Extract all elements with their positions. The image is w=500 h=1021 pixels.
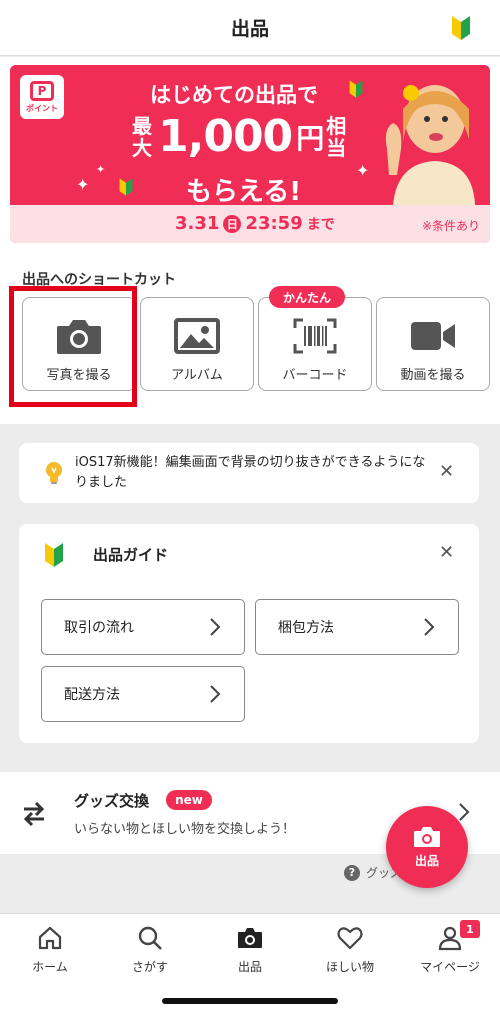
guide-title: 出品ガイド <box>93 546 169 564</box>
sparkle-icon: ✦ <box>96 163 106 176</box>
header: 出品 <box>0 0 500 56</box>
lightbulb-icon <box>46 462 62 484</box>
paypay-point-logo: P ポイント <box>20 75 64 119</box>
goods-exchange-title: グッズ交換 <box>74 792 150 810</box>
chevron-right-icon <box>210 685 221 703</box>
camera-icon <box>414 826 440 847</box>
notification-badge: 1 <box>460 920 480 938</box>
easy-badge: かんたん <box>269 286 345 308</box>
model-photo <box>385 85 475 205</box>
new-badge: new <box>166 790 212 810</box>
nav-list[interactable]: 出品 <box>200 924 300 988</box>
highlight-frame <box>9 286 137 407</box>
goods-exchange-subtitle: いらない物とほしい物を交換しよう！ <box>74 822 296 837</box>
beginner-mark-icon <box>119 178 133 196</box>
campaign-deadline: 3.31 日 23:59 まで <box>175 213 335 234</box>
nav-home[interactable]: ホーム <box>0 924 100 988</box>
banner-amount: 1,000 <box>158 111 293 162</box>
close-icon[interactable]: ✕ <box>439 461 454 482</box>
beginner-mark-icon <box>349 80 363 98</box>
image-icon <box>174 318 220 354</box>
home-indicator <box>162 998 338 1004</box>
banner-main: P ポイント ✦ ✦ ✦ はじめての出品で 最大 1,000 円 相当 もらえる… <box>10 65 490 207</box>
nav-search[interactable]: さがす <box>100 924 200 988</box>
listing-guide-card: 出品ガイド ✕ 取引の流れ 梱包方法 配送方法 <box>19 524 479 743</box>
banner-amount-line: 最大 1,000 円 相当 <box>132 111 347 162</box>
banner-period-bar: 3.31 日 23:59 まで ※条件あり <box>10 205 490 243</box>
close-icon[interactable]: ✕ <box>439 542 454 563</box>
exchange-arrows-icon <box>23 801 45 827</box>
banner-subline: もらえる! <box>186 177 302 207</box>
shipping-method-button[interactable]: 配送方法 <box>41 666 245 722</box>
conditions-note: ※条件あり <box>421 219 480 233</box>
chevron-right-icon <box>210 618 221 636</box>
album-button[interactable]: アルバム <box>140 297 254 391</box>
sparkle-icon: ✦ <box>356 161 370 180</box>
video-icon <box>411 322 455 350</box>
packing-method-button[interactable]: 梱包方法 <box>255 599 459 655</box>
ios17-notice-card[interactable]: iOS17新機能！編集画面で背景の切り抜きができるようになりました ✕ <box>19 443 479 503</box>
home-icon <box>38 926 62 950</box>
beginner-mark-icon[interactable] <box>450 14 472 42</box>
nav-mypage[interactable]: マイページ 1 <box>400 920 500 988</box>
camera-icon <box>238 928 262 948</box>
heart-icon <box>337 927 363 950</box>
search-icon <box>138 926 162 950</box>
video-button[interactable]: 動画を撮る <box>376 297 490 391</box>
barcode-icon <box>293 318 337 354</box>
campaign-banner[interactable]: P ポイント ✦ ✦ ✦ はじめての出品で 最大 1,000 円 相当 もらえる… <box>10 65 490 243</box>
chevron-right-icon <box>459 803 470 821</box>
barcode-button[interactable]: バーコード <box>258 297 372 391</box>
transaction-flow-button[interactable]: 取引の流れ <box>41 599 245 655</box>
bottom-navigation: ホーム さがす 出品 ほしい物 マイページ 1 <box>0 913 500 1021</box>
notice-text: iOS17新機能！編集画面で背景の切り抜きができるようになりました <box>75 455 426 490</box>
page-title: 出品 <box>230 18 269 40</box>
floating-list-button[interactable]: 出品 <box>386 806 468 888</box>
question-icon: ? <box>344 864 360 881</box>
sparkle-icon: ✦ <box>76 175 90 194</box>
banner-headline: はじめての出品で <box>150 83 318 107</box>
chevron-right-icon <box>424 618 435 636</box>
beginner-mark-icon <box>45 543 63 567</box>
top-section: P ポイント ✦ ✦ ✦ はじめての出品で 最大 1,000 円 相当 もらえる… <box>0 57 500 424</box>
nav-favorites[interactable]: ほしい物 <box>300 924 400 988</box>
